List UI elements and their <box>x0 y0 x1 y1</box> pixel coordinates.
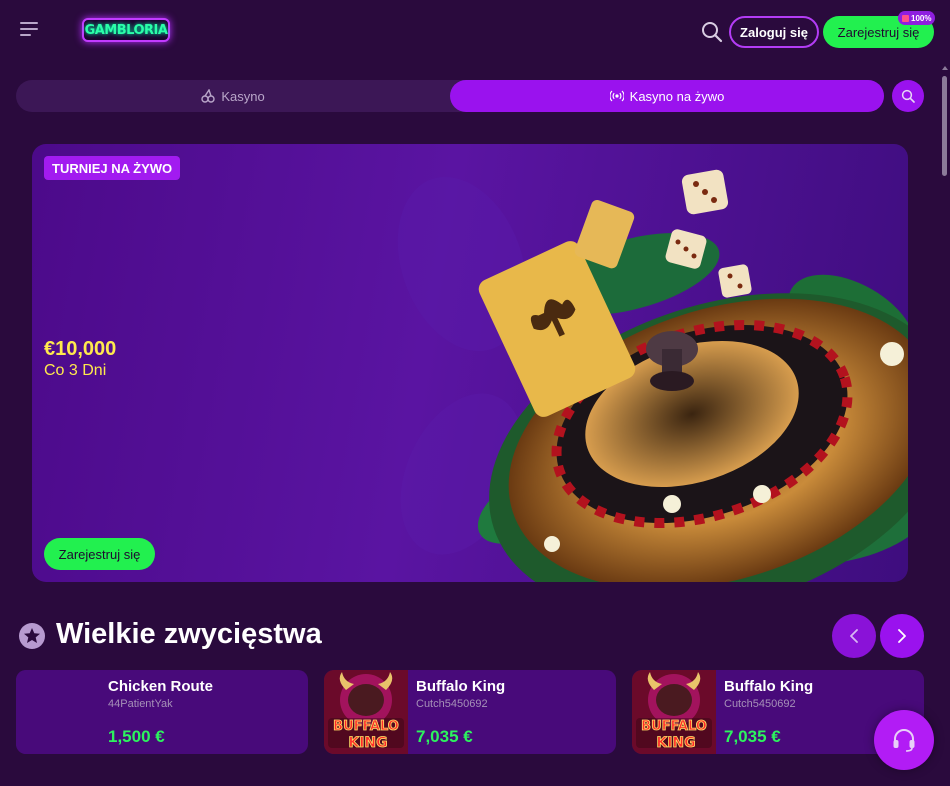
buffalo-king-thumbnail: BUFFALO KING <box>324 670 408 754</box>
game-thumbnail: BUFFALO KING <box>324 670 408 754</box>
thumbnail-logo-text: KING <box>656 735 695 751</box>
live-tournament-badge: TURNIEJ NA ŻYWO <box>44 156 181 180</box>
search-icon[interactable] <box>701 21 723 43</box>
tab-casino[interactable]: Kasyno <box>16 80 450 112</box>
hero-register-button[interactable]: Zarejestruj się <box>44 538 155 570</box>
prize-amount: €10,000 <box>44 338 117 360</box>
win-username: Cutch5450692 <box>416 698 488 710</box>
thumbnail-logo-text: BUFFALO <box>333 719 399 734</box>
menu-icon[interactable] <box>20 22 44 42</box>
win-amount: 1,500 € <box>108 727 165 746</box>
roulette-illustration <box>397 169 908 582</box>
gift-icon <box>902 14 909 22</box>
login-button[interactable]: Zaloguj się <box>729 16 819 48</box>
win-amount: 7,035 € <box>724 727 781 746</box>
tab-casino-label: Kasyno <box>221 88 265 104</box>
scroll-up-arrow-icon[interactable] <box>942 66 948 70</box>
buffalo-king-thumbnail: BUFFALO KING <box>632 670 716 754</box>
hero-banner[interactable]: TURNIEJ NA ŻYWO €10,000 Co 3 Dni Zarejes… <box>32 144 908 582</box>
game-thumbnail: BUFFALO KING <box>632 670 716 754</box>
tab-live-casino-label: Kasyno na żywo <box>629 88 725 104</box>
promo-badge-text: 100% <box>911 13 932 23</box>
win-card[interactable]: Chicken Route 44PatientYak 1,500 € <box>16 670 308 754</box>
section-title: Wielkie zwycięstwa <box>56 618 322 650</box>
win-game-name: Buffalo King <box>724 678 814 695</box>
carousel-next-button[interactable] <box>880 614 924 658</box>
win-amount: 7,035 € <box>416 727 473 746</box>
broadcast-icon <box>609 90 624 102</box>
category-tabs: Kasyno Kasyno na żywo <box>16 80 884 112</box>
game-thumbnail <box>16 670 100 754</box>
win-username: Cutch5450692 <box>724 698 796 710</box>
headset-icon <box>893 729 915 752</box>
win-game-name: Buffalo King <box>416 678 506 695</box>
logo[interactable]: GAMBLORIA <box>82 18 170 42</box>
games-search-button[interactable] <box>892 80 924 112</box>
top-header: GAMBLORIA Zaloguj się Zarejestruj się 10… <box>0 0 950 64</box>
chevron-left-icon <box>850 629 858 643</box>
tab-live-casino[interactable]: Kasyno na żywo <box>450 80 884 112</box>
chevron-right-icon <box>898 629 906 643</box>
search-icon <box>901 89 915 103</box>
thumbnail-logo-text: BUFFALO <box>641 719 707 734</box>
win-game-name: Chicken Route <box>108 678 214 695</box>
thumbnail-logo-text: KING <box>348 735 387 751</box>
promo-badge: 100% <box>898 11 936 25</box>
win-username: 44PatientYak <box>108 698 173 710</box>
cherry-icon <box>201 89 216 103</box>
scrollbar-thumb[interactable] <box>942 76 947 176</box>
support-chat-button[interactable] <box>874 710 934 770</box>
prize-frequency: Co 3 Dni <box>44 362 107 379</box>
star-badge-icon <box>19 623 45 649</box>
carousel-prev-button[interactable] <box>832 614 876 658</box>
win-card[interactable]: BUFFALO KING Buffalo King Cutch5450692 7… <box>324 670 616 754</box>
